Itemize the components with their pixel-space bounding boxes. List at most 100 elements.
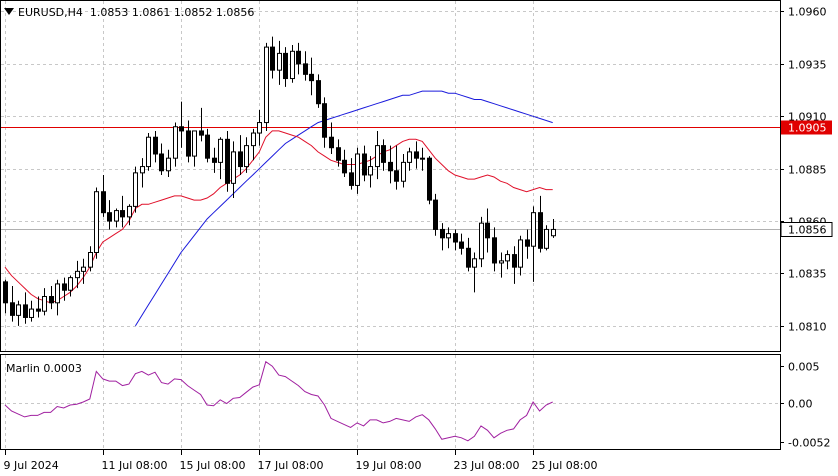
candle-bull <box>531 212 536 247</box>
candle-bear <box>205 134 210 159</box>
candle-bear <box>459 241 464 249</box>
candle-bear <box>414 151 419 159</box>
candle-bear <box>101 191 106 214</box>
candle-bull <box>407 151 412 163</box>
candle-bear <box>23 304 28 318</box>
time-tick-label: 19 Jul 08:00 <box>356 459 422 472</box>
candle-bear <box>381 145 386 163</box>
candle-bear <box>10 302 15 316</box>
oscillator <box>1 360 780 442</box>
candle-bull <box>68 277 73 291</box>
candle-bear <box>303 63 308 75</box>
candle-bear <box>283 52 288 80</box>
osc-tick-label: 0.005 <box>788 361 820 374</box>
axes: 1.09601.09351.09101.08851.08601.08351.08… <box>4 6 833 472</box>
indicator-pane-border <box>0 354 781 450</box>
time-tick-label: 9 Jul 2024 <box>4 459 59 472</box>
candle-bear <box>316 80 321 105</box>
candle-bear <box>238 151 243 168</box>
candle-bull <box>166 157 171 172</box>
price-tick-label: 1.0935 <box>788 59 827 72</box>
candle-bear <box>212 157 217 163</box>
candle-bull <box>518 239 523 268</box>
candle-bull <box>140 166 145 174</box>
ohlc-values: 1.0853 1.0861 1.0852 1.0856 <box>89 6 255 19</box>
candle-bull <box>544 228 549 249</box>
candle-bear <box>433 199 438 230</box>
candle-bear <box>440 228 445 239</box>
candle-bull <box>75 270 80 279</box>
candle-bear <box>427 157 432 201</box>
candle-bull <box>218 138 223 163</box>
candle-bull <box>401 161 406 182</box>
candle-bull <box>192 130 197 157</box>
price-tick-label: 1.0835 <box>788 268 827 281</box>
candle-bear <box>525 239 530 247</box>
time-tick-label: 17 Jul 08:00 <box>258 459 324 472</box>
candle-bear <box>453 233 458 243</box>
triangle-down-icon[interactable] <box>4 8 14 15</box>
candle-bear <box>36 308 41 312</box>
candle-bear <box>107 212 112 222</box>
symbol-label: EURUSD,H4 <box>18 6 83 19</box>
candle-bull <box>146 136 151 168</box>
candle-bull <box>55 283 60 304</box>
candle-bear <box>512 254 517 268</box>
time-tick-label: 25 Jul 08:00 <box>532 459 598 472</box>
chart-header: EURUSD,H4 1.0853 1.0861 1.0852 1.0856 <box>4 6 254 19</box>
osc-tick-label: -0.0052 <box>788 437 830 450</box>
osc-line <box>4 360 553 442</box>
candle-bear <box>394 170 399 182</box>
level-price-label: 1.0905 <box>788 122 827 135</box>
candle-bull <box>479 222 484 260</box>
candle-bull <box>231 151 236 184</box>
ma-fast-line <box>4 130 553 304</box>
candle-bull <box>94 191 99 253</box>
price-tick-label: 1.0960 <box>788 6 827 19</box>
candle-bull <box>375 145 380 168</box>
candle-bull <box>133 172 138 207</box>
candle-bull <box>42 296 47 312</box>
candle-bear <box>62 283 67 291</box>
candle-bull <box>355 153 360 186</box>
candle-bear <box>322 103 327 138</box>
candle-bear <box>199 130 204 136</box>
candle-bear <box>492 237 497 264</box>
candle-bear <box>342 159 347 174</box>
indicator-label: Marlin 0.0003 <box>6 362 82 375</box>
candle-bull <box>81 266 86 272</box>
price-tick-label: 1.0885 <box>788 164 827 177</box>
candle-bear <box>336 147 341 161</box>
candle-bull <box>257 122 262 134</box>
time-tick-label: 15 Jul 08:00 <box>180 459 246 472</box>
osc-tick-label: 0.00 <box>788 398 813 411</box>
candle-bull <box>277 52 282 71</box>
candle-bear <box>159 153 164 172</box>
candle-bull <box>173 126 178 159</box>
candle-bull <box>244 145 249 168</box>
price-tick-label: 1.0810 <box>788 321 827 334</box>
candle-bear <box>153 136 158 155</box>
candle-bear <box>362 153 367 176</box>
candlesticks <box>3 36 556 326</box>
candle-bear <box>120 210 125 218</box>
ma-slow-line <box>134 90 553 327</box>
candle-bull <box>472 258 477 268</box>
time-tick-label: 11 Jul 08:00 <box>102 459 168 472</box>
moving-averages <box>4 90 553 327</box>
candle-bull <box>420 157 425 160</box>
candle-bull <box>290 50 295 80</box>
candle-bear <box>49 296 54 304</box>
candle-bull <box>88 251 93 268</box>
candle-bear <box>349 172 354 186</box>
candle-bear <box>3 281 8 304</box>
candle-bull <box>251 132 256 147</box>
candle-bear <box>329 136 334 149</box>
candle-bear <box>186 130 191 157</box>
candle-bull <box>368 166 373 176</box>
candle-bear <box>225 138 230 184</box>
candle-bear <box>270 46 275 71</box>
candle-bull <box>16 304 21 316</box>
candle-bull <box>505 254 510 262</box>
candle-bull <box>499 260 504 264</box>
